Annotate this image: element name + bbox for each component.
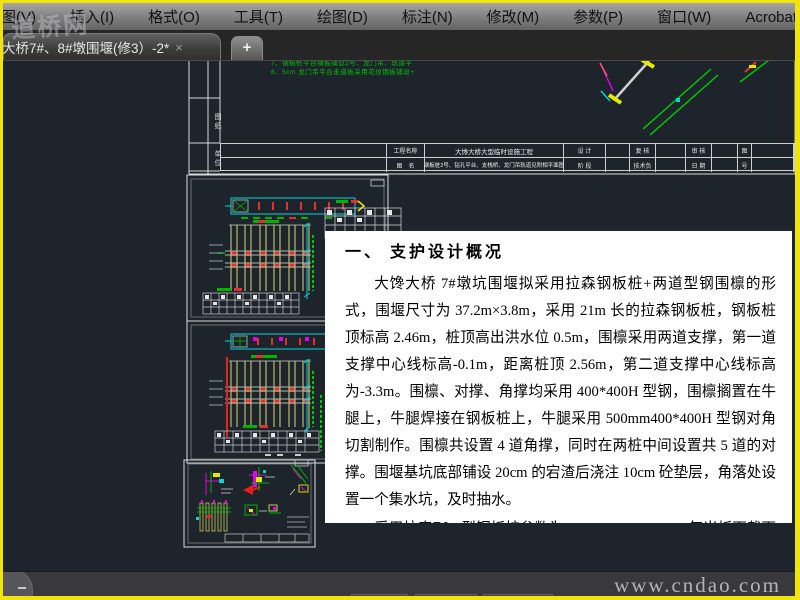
no-label: 号 — [738, 158, 752, 172]
site-url-watermark: www.cndao.com — [614, 573, 781, 597]
menu-item-modify[interactable]: 修改(M) — [483, 6, 544, 27]
project-name-label: 工程名称 — [387, 144, 425, 158]
fig-label: 图 — [738, 144, 752, 158]
menu-item-view[interactable]: 图(V) — [3, 6, 40, 27]
drawing-name-label: 图 名 — [387, 158, 425, 172]
title-block: 工程名称 大馋大桥大型临时设施工程 设 计 复 核 审 核 图 图 名 钢板桩2… — [220, 143, 795, 172]
stage-label: 阶 段 — [564, 158, 606, 172]
fig-no-value — [752, 144, 794, 158]
audit-label: 审 核 — [686, 144, 712, 158]
drawing-tab-bar: 大桥7#、8#墩围堰(修3）-2* × + — [3, 30, 795, 61]
menu-item-window[interactable]: 窗口(W) — [653, 6, 715, 27]
audit-value — [712, 144, 738, 158]
tech-label: 技术负 — [630, 158, 656, 172]
menu-item-parametric[interactable]: 参数(P) — [569, 6, 627, 27]
drawing-tab[interactable]: 大桥7#、8#墩围堰(修3）-2* × — [3, 33, 221, 60]
menu-bar: 图(V) 插入(I) 格式(O) 工具(T) 绘图(D) 标注(N) 修改(M)… — [3, 3, 795, 31]
no-value — [752, 158, 794, 172]
sheet-side-label-1: 图纸 — [214, 113, 221, 131]
drawing-tab-label: 大桥7#、8#墩围堰(修3）-2* — [2, 41, 170, 56]
menu-item-acrobat[interactable]: Acrobat 标记(C — [741, 6, 795, 27]
menu-item-insert[interactable]: 插入(I) — [66, 6, 118, 27]
doc-paragraph-1: 大馋大桥 7#墩坑围堰拟采用拉森钢板桩+两道型钢围檩的形式，围堰尺寸为 37.2… — [345, 276, 776, 508]
tab-close-icon[interactable]: × — [175, 40, 183, 55]
title-block-blank — [221, 158, 387, 172]
stage-value — [606, 158, 630, 172]
statusbar-compass-widget[interactable] — [3, 572, 33, 596]
menu-item-draw[interactable]: 绘图(D) — [313, 6, 372, 27]
review-value — [656, 144, 686, 158]
title-block-blank — [221, 144, 387, 158]
review-label: 复 核 — [630, 144, 656, 158]
menu-item-format[interactable]: 格式(O) — [144, 6, 204, 27]
statusbar-box-2 — [415, 594, 477, 596]
doc-heading-support-design: 一、 支护设计概况 — [345, 244, 505, 261]
menu-item-dimension[interactable]: 标注(N) — [398, 6, 457, 27]
figure-panel-details — [183, 459, 316, 548]
ramp-bracing-lines — [599, 58, 770, 136]
design-value — [606, 144, 630, 158]
drawing-name-value: 钢板桩2号、钻孔平台、支栈桥、龙门吊轨道见附相平面图 — [425, 158, 564, 172]
statusbar-box-3 — [483, 594, 553, 596]
tech-value — [656, 158, 686, 172]
status-bar: www.cndao.com — [3, 571, 795, 597]
date-value — [712, 158, 738, 172]
date-label: 日 期 — [686, 158, 712, 172]
statusbar-box-1 — [351, 594, 408, 596]
doc-paragraph-2: 采用拉森Ⅳw 型钢板桩参数为：600*210*18mm，每米板面截面面积 226… — [345, 516, 776, 523]
cad-annotation-line2: 6、5cm 龙门吊平台走道板采用花纹钢板铺设+ — [271, 69, 415, 76]
design-overview-document: 一、 支护设计概况 大馋大桥 7#墩坑围堰拟采用拉森钢板桩+两道型钢围檩的形式，… — [325, 231, 792, 523]
menu-item-tools[interactable]: 工具(T) — [230, 6, 287, 27]
app-window: 7、钢板桩平台钢板铺设2号、龙门吊、轨道平 6、5cm 龙门吊平台走道板采用花纹… — [0, 0, 800, 600]
project-name-value: 大馋大桥大型临时设施工程 — [425, 144, 564, 158]
new-tab-button[interactable]: + — [231, 36, 263, 60]
design-label: 设 计 — [564, 144, 606, 158]
